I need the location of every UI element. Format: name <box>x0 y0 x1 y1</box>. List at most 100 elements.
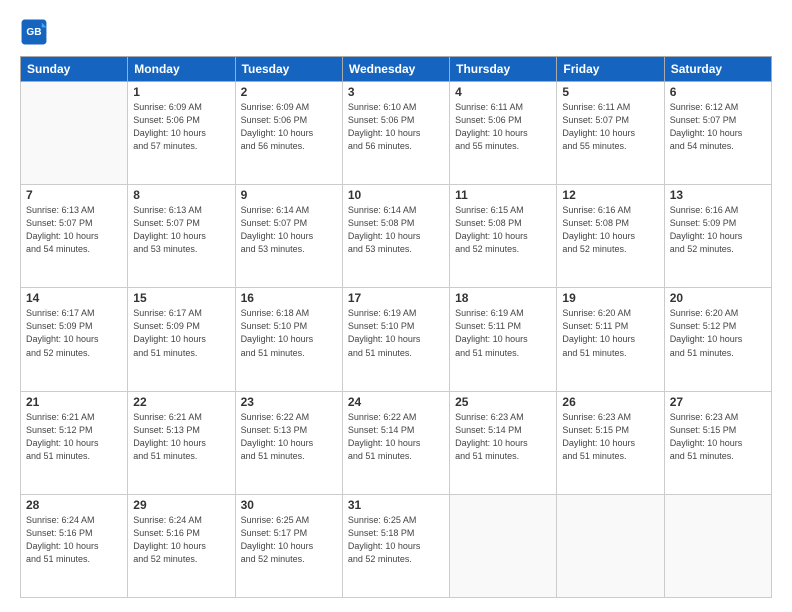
cell-info: Sunrise: 6:13 AM Sunset: 5:07 PM Dayligh… <box>26 204 122 256</box>
week-row-5: 28 Sunrise: 6:24 AM Sunset: 5:16 PM Dayli… <box>21 494 772 597</box>
week-row-4: 21 Sunrise: 6:21 AM Sunset: 5:12 PM Dayli… <box>21 391 772 494</box>
day-number: 16 <box>241 291 337 305</box>
calendar-cell: 3 Sunrise: 6:10 AM Sunset: 5:06 PM Daylig… <box>342 82 449 185</box>
calendar-cell: 7 Sunrise: 6:13 AM Sunset: 5:07 PM Daylig… <box>21 185 128 288</box>
calendar-cell: 21 Sunrise: 6:21 AM Sunset: 5:12 PM Dayli… <box>21 391 128 494</box>
day-number: 2 <box>241 85 337 99</box>
cell-info: Sunrise: 6:09 AM Sunset: 5:06 PM Dayligh… <box>133 101 229 153</box>
calendar-cell: 9Sunrise: 6:14 AM Sunset: 5:07 PM Daylig… <box>235 185 342 288</box>
cell-info: Sunrise: 6:21 AM Sunset: 5:12 PM Dayligh… <box>26 411 122 463</box>
cell-info: Sunrise: 6:17 AM Sunset: 5:09 PM Dayligh… <box>133 307 229 359</box>
day-number: 21 <box>26 395 122 409</box>
cell-info: Sunrise: 6:25 AM Sunset: 5:18 PM Dayligh… <box>348 514 444 566</box>
day-number: 10 <box>348 188 444 202</box>
calendar-cell: 20 Sunrise: 6:20 AM Sunset: 5:12 PM Dayli… <box>664 288 771 391</box>
cell-info: Sunrise: 6:09 AM Sunset: 5:06 PM Dayligh… <box>241 101 337 153</box>
calendar-table: SundayMondayTuesdayWednesdayThursdayFrid… <box>20 56 772 598</box>
cell-info: Sunrise: 6:12 AM Sunset: 5:07 PM Dayligh… <box>670 101 766 153</box>
day-number: 22 <box>133 395 229 409</box>
day-number: 3 <box>348 85 444 99</box>
cell-info: Sunrise: 6:10 AM Sunset: 5:06 PM Dayligh… <box>348 101 444 153</box>
day-number: 7 <box>26 188 122 202</box>
cell-info: Sunrise: 6:17 AM Sunset: 5:09 PM Dayligh… <box>26 307 122 359</box>
day-number: 27 <box>670 395 766 409</box>
day-number: 28 <box>26 498 122 512</box>
day-number: 15 <box>133 291 229 305</box>
cell-info: Sunrise: 6:20 AM Sunset: 5:12 PM Dayligh… <box>670 307 766 359</box>
day-number: 30 <box>241 498 337 512</box>
cell-info: Sunrise: 6:22 AM Sunset: 5:13 PM Dayligh… <box>241 411 337 463</box>
weekday-header-saturday: Saturday <box>664 57 771 82</box>
calendar-cell: 11Sunrise: 6:15 AM Sunset: 5:08 PM Dayli… <box>450 185 557 288</box>
weekday-header-sunday: Sunday <box>21 57 128 82</box>
day-number: 12 <box>562 188 658 202</box>
cell-info: Sunrise: 6:23 AM Sunset: 5:14 PM Dayligh… <box>455 411 551 463</box>
cell-info: Sunrise: 6:13 AM Sunset: 5:07 PM Dayligh… <box>133 204 229 256</box>
cell-info: Sunrise: 6:24 AM Sunset: 5:16 PM Dayligh… <box>133 514 229 566</box>
calendar-cell: 31 Sunrise: 6:25 AM Sunset: 5:18 PM Dayli… <box>342 494 449 597</box>
calendar-cell: 29 Sunrise: 6:24 AM Sunset: 5:16 PM Dayli… <box>128 494 235 597</box>
cell-info: Sunrise: 6:24 AM Sunset: 5:16 PM Dayligh… <box>26 514 122 566</box>
weekday-header-monday: Monday <box>128 57 235 82</box>
calendar-cell: 24Sunrise: 6:22 AM Sunset: 5:14 PM Dayli… <box>342 391 449 494</box>
calendar-cell: 25 Sunrise: 6:23 AM Sunset: 5:14 PM Dayli… <box>450 391 557 494</box>
day-number: 9 <box>241 188 337 202</box>
weekday-header-tuesday: Tuesday <box>235 57 342 82</box>
day-number: 13 <box>670 188 766 202</box>
cell-info: Sunrise: 6:15 AM Sunset: 5:08 PM Dayligh… <box>455 204 551 256</box>
calendar-cell: 19Sunrise: 6:20 AM Sunset: 5:11 PM Dayli… <box>557 288 664 391</box>
cell-info: Sunrise: 6:16 AM Sunset: 5:09 PM Dayligh… <box>670 204 766 256</box>
day-number: 17 <box>348 291 444 305</box>
day-number: 18 <box>455 291 551 305</box>
calendar-cell: 26 Sunrise: 6:23 AM Sunset: 5:15 PM Dayli… <box>557 391 664 494</box>
calendar-cell <box>21 82 128 185</box>
calendar-cell: 15 Sunrise: 6:17 AM Sunset: 5:09 PM Dayli… <box>128 288 235 391</box>
week-row-3: 14Sunrise: 6:17 AM Sunset: 5:09 PM Dayli… <box>21 288 772 391</box>
calendar-cell: 4 Sunrise: 6:11 AM Sunset: 5:06 PM Daylig… <box>450 82 557 185</box>
calendar-cell <box>450 494 557 597</box>
calendar-cell: 17Sunrise: 6:19 AM Sunset: 5:10 PM Dayli… <box>342 288 449 391</box>
calendar-cell: 1 Sunrise: 6:09 AM Sunset: 5:06 PM Daylig… <box>128 82 235 185</box>
day-number: 4 <box>455 85 551 99</box>
calendar-cell: 28 Sunrise: 6:24 AM Sunset: 5:16 PM Dayli… <box>21 494 128 597</box>
calendar-cell: 10 Sunrise: 6:14 AM Sunset: 5:08 PM Dayli… <box>342 185 449 288</box>
day-number: 26 <box>562 395 658 409</box>
cell-info: Sunrise: 6:19 AM Sunset: 5:11 PM Dayligh… <box>455 307 551 359</box>
cell-info: Sunrise: 6:23 AM Sunset: 5:15 PM Dayligh… <box>562 411 658 463</box>
cell-info: Sunrise: 6:11 AM Sunset: 5:06 PM Dayligh… <box>455 101 551 153</box>
cell-info: Sunrise: 6:21 AM Sunset: 5:13 PM Dayligh… <box>133 411 229 463</box>
weekday-header-wednesday: Wednesday <box>342 57 449 82</box>
cell-info: Sunrise: 6:16 AM Sunset: 5:08 PM Dayligh… <box>562 204 658 256</box>
week-row-2: 7 Sunrise: 6:13 AM Sunset: 5:07 PM Daylig… <box>21 185 772 288</box>
cell-info: Sunrise: 6:22 AM Sunset: 5:14 PM Dayligh… <box>348 411 444 463</box>
svg-text:GB: GB <box>26 27 41 38</box>
calendar-cell: 16 Sunrise: 6:18 AM Sunset: 5:10 PM Dayli… <box>235 288 342 391</box>
day-number: 5 <box>562 85 658 99</box>
day-number: 29 <box>133 498 229 512</box>
calendar-cell: 12 Sunrise: 6:16 AM Sunset: 5:08 PM Dayli… <box>557 185 664 288</box>
weekday-header-thursday: Thursday <box>450 57 557 82</box>
calendar-cell: 8Sunrise: 6:13 AM Sunset: 5:07 PM Daylig… <box>128 185 235 288</box>
calendar-cell: 14Sunrise: 6:17 AM Sunset: 5:09 PM Dayli… <box>21 288 128 391</box>
calendar-cell: 6Sunrise: 6:12 AM Sunset: 5:07 PM Daylig… <box>664 82 771 185</box>
day-number: 23 <box>241 395 337 409</box>
cell-info: Sunrise: 6:20 AM Sunset: 5:11 PM Dayligh… <box>562 307 658 359</box>
cell-info: Sunrise: 6:14 AM Sunset: 5:08 PM Dayligh… <box>348 204 444 256</box>
week-row-1: 1 Sunrise: 6:09 AM Sunset: 5:06 PM Daylig… <box>21 82 772 185</box>
weekday-header-friday: Friday <box>557 57 664 82</box>
calendar-cell: 30Sunrise: 6:25 AM Sunset: 5:17 PM Dayli… <box>235 494 342 597</box>
cell-info: Sunrise: 6:11 AM Sunset: 5:07 PM Dayligh… <box>562 101 658 153</box>
day-number: 31 <box>348 498 444 512</box>
calendar-cell: 23 Sunrise: 6:22 AM Sunset: 5:13 PM Dayli… <box>235 391 342 494</box>
calendar-cell: 22 Sunrise: 6:21 AM Sunset: 5:13 PM Dayli… <box>128 391 235 494</box>
day-number: 1 <box>133 85 229 99</box>
calendar-page: GB SundayMondayTuesdayWednesdayThursdayF… <box>0 0 792 612</box>
day-number: 25 <box>455 395 551 409</box>
day-number: 20 <box>670 291 766 305</box>
calendar-cell: 27Sunrise: 6:23 AM Sunset: 5:15 PM Dayli… <box>664 391 771 494</box>
weekday-header-row: SundayMondayTuesdayWednesdayThursdayFrid… <box>21 57 772 82</box>
header: GB <box>20 18 772 46</box>
logo: GB <box>20 18 52 46</box>
cell-info: Sunrise: 6:18 AM Sunset: 5:10 PM Dayligh… <box>241 307 337 359</box>
calendar-cell <box>664 494 771 597</box>
